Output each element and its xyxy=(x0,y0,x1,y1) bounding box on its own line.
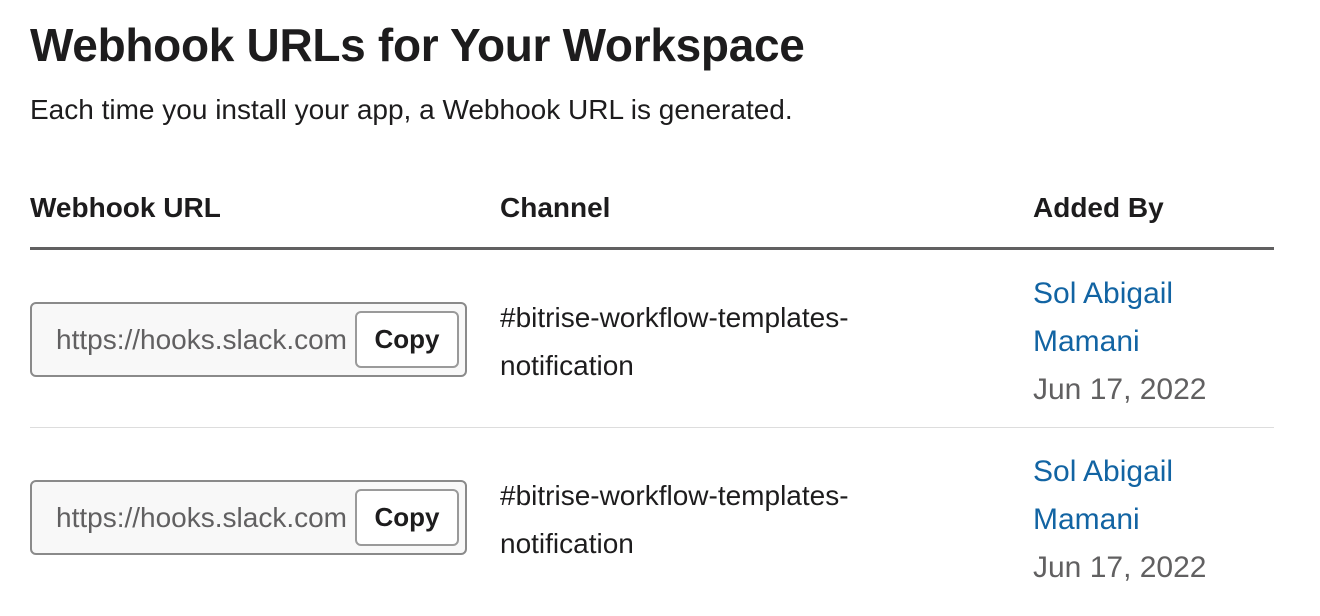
added-by-user-link[interactable]: Sol Abigail Mamani xyxy=(1033,270,1273,366)
webhook-url-input[interactable] xyxy=(32,304,357,375)
table-row: Copy #bitrise-workflow-templates-notific… xyxy=(30,250,1274,428)
added-date: Jun 17, 2022 xyxy=(1033,373,1207,406)
channel-name: #bitrise-workflow-templates-notification xyxy=(500,480,849,559)
added-date: Jun 17, 2022 xyxy=(1033,551,1207,584)
copy-button[interactable]: Copy xyxy=(355,311,459,368)
copy-button[interactable]: Copy xyxy=(355,489,459,546)
added-by-user-link[interactable]: Sol Abigail Mamani xyxy=(1033,448,1273,544)
page-title: Webhook URLs for Your Workspace xyxy=(30,19,805,71)
webhook-table: Webhook URL Channel Added By Copy #bitri… xyxy=(30,180,1274,606)
column-header-added-by: Added By xyxy=(1033,192,1164,223)
page-subtitle: Each time you install your app, a Webhoo… xyxy=(30,94,793,125)
added-by-cell: Sol Abigail Mamani Jun 17, 2022 xyxy=(1033,448,1273,592)
column-header-webhook-url: Webhook URL xyxy=(30,192,221,223)
column-header-channel: Channel xyxy=(500,192,611,223)
channel-name: #bitrise-workflow-templates-notification xyxy=(500,302,849,381)
webhook-url-field: Copy xyxy=(30,480,467,555)
table-row: Copy #bitrise-workflow-templates-notific… xyxy=(30,428,1274,606)
webhook-url-field: Copy xyxy=(30,302,467,377)
webhook-url-input[interactable] xyxy=(32,482,357,553)
webhook-urls-page: Webhook URLs for Your Workspace Each tim… xyxy=(0,0,1320,616)
added-by-cell: Sol Abigail Mamani Jun 17, 2022 xyxy=(1033,270,1273,414)
table-header: Webhook URL Channel Added By xyxy=(30,180,1274,250)
